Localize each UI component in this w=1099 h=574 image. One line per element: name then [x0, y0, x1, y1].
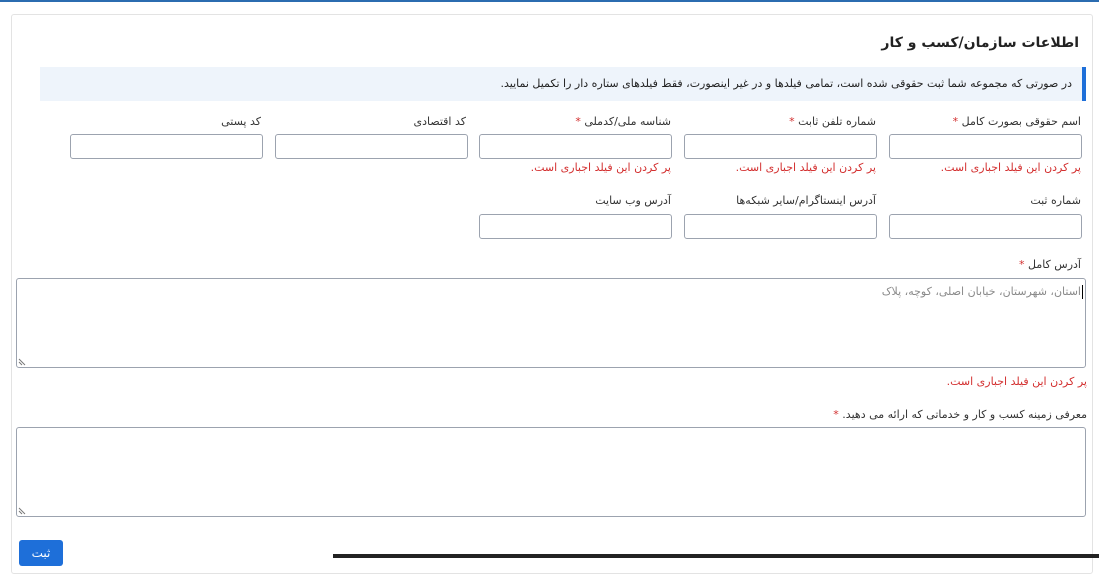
resize-grip-icon[interactable]: [18, 505, 28, 515]
organization-form-card: اطلاعات سازمان/کسب و کار در صورتی که مجم…: [11, 14, 1093, 574]
bottom-bar: [333, 554, 1099, 558]
full-address-label-text: آدرس کامل: [1027, 258, 1081, 271]
landline-label: شماره تلفن ثابت *: [789, 115, 876, 128]
full-address-error: پر کردن این فیلد اجباری است.: [946, 375, 1087, 388]
postal-code-input[interactable]: [70, 134, 263, 159]
landline-input[interactable]: [684, 134, 877, 159]
instagram-input[interactable]: [684, 214, 877, 239]
form-title: اطلاعات سازمان/کسب و کار: [881, 35, 1079, 51]
website-input[interactable]: [479, 214, 672, 239]
economic-code-label: کد اقتصادی: [413, 115, 466, 128]
info-notice: در صورتی که مجموعه شما ثبت حقوقی شده است…: [40, 67, 1086, 101]
required-mark: *: [789, 115, 795, 128]
legal-name-label-text: اسم حقوقی بصورت کامل: [961, 115, 1081, 128]
landline-label-text: شماره تلفن ثابت: [798, 115, 876, 128]
legal-name-input[interactable]: [889, 134, 1082, 159]
info-notice-text: در صورتی که مجموعه شما ثبت حقوقی شده است…: [500, 77, 1072, 90]
national-id-label: شناسه ملی/کدملی *: [575, 115, 671, 128]
top-accent-line: [0, 0, 1099, 2]
text-caret: [1082, 285, 1083, 299]
registration-no-label: شماره ثبت: [1030, 194, 1081, 207]
national-id-label-text: شناسه ملی/کدملی: [584, 115, 671, 128]
national-id-error: پر کردن این فیلد اجباری است.: [530, 161, 671, 174]
required-mark: *: [575, 115, 581, 128]
submit-button[interactable]: ثبت: [19, 540, 63, 566]
full-address-textarea[interactable]: استان، شهرستان، خیابان اصلی، کوچه، پلاک: [16, 278, 1086, 368]
legal-name-error: پر کردن این فیلد اجباری است.: [940, 161, 1081, 174]
business-intro-textarea[interactable]: [16, 427, 1086, 517]
national-id-input[interactable]: [479, 134, 672, 159]
business-intro-label-text: معرفی زمینه کسب و کار و خدماتی که ارائه …: [842, 408, 1087, 421]
business-intro-label: معرفی زمینه کسب و کار و خدماتی که ارائه …: [833, 408, 1087, 421]
legal-name-label: اسم حقوقی بصورت کامل *: [953, 115, 1081, 128]
required-mark: *: [1018, 258, 1025, 271]
instagram-label: آدرس اینستاگرام/سایر شبکه‌ها: [736, 194, 876, 207]
economic-code-input[interactable]: [275, 134, 468, 159]
resize-grip-icon[interactable]: [18, 356, 28, 366]
full-address-placeholder: استان، شهرستان، خیابان اصلی، کوچه، پلاک: [881, 285, 1081, 298]
landline-error: پر کردن این فیلد اجباری است.: [735, 161, 876, 174]
postal-code-label: کد پستی: [221, 115, 261, 128]
full-address-label: آدرس کامل *: [1019, 258, 1081, 271]
required-mark: *: [833, 408, 839, 421]
required-mark: *: [952, 115, 959, 128]
website-label: آدرس وب سایت: [595, 194, 671, 207]
registration-no-input[interactable]: [889, 214, 1082, 239]
